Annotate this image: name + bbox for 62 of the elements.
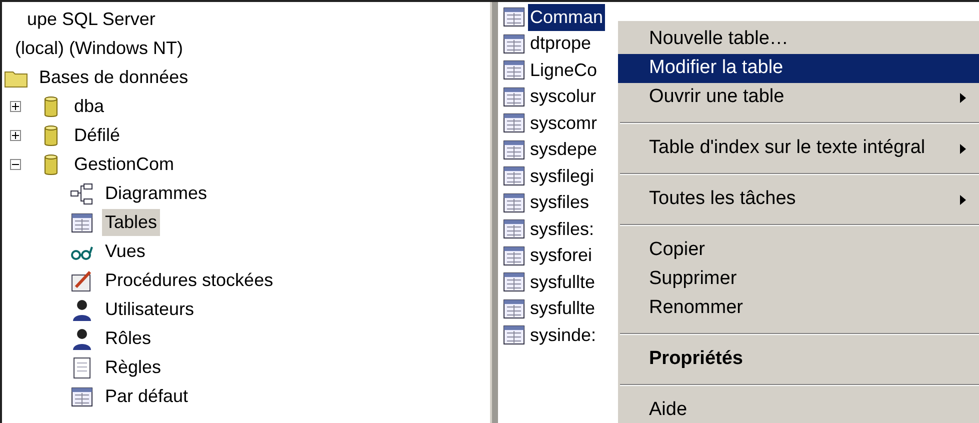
tree-item[interactable]: dba	[71, 93, 108, 120]
table-icon	[502, 296, 526, 321]
table-icon	[502, 270, 526, 294]
table-icon	[70, 210, 94, 234]
table-icon	[502, 190, 526, 215]
tree-item[interactable]: Rôles	[102, 325, 154, 352]
list-item[interactable]: sysfilegi	[528, 162, 596, 190]
procedure-icon	[70, 268, 94, 292]
table-icon	[502, 5, 526, 30]
tree-item[interactable]: Procédures stockées	[102, 267, 276, 294]
list-item[interactable]: Comman	[528, 4, 606, 31]
menu-item[interactable]: Modifier la table	[618, 54, 979, 83]
menu-item[interactable]: Nouvelle table…	[618, 25, 979, 54]
menu-item[interactable]: Supprimer	[618, 265, 979, 294]
tree-item[interactable]: Défilé	[71, 122, 124, 149]
users-icon	[70, 326, 94, 350]
menu-item[interactable]: Renommer	[618, 294, 979, 323]
list-item[interactable]: sysforei	[528, 242, 594, 270]
users-icon	[70, 298, 94, 322]
tree-item[interactable]: Par défaut	[102, 383, 192, 410]
tree-item[interactable]: Bases de données	[36, 64, 192, 91]
tree-item[interactable]: upe SQL Server	[24, 6, 158, 33]
tree-item[interactable]: Tables	[102, 209, 160, 236]
tree-item[interactable]: GestionCom	[71, 151, 178, 178]
tree-item[interactable]: (local) (Windows NT)	[12, 35, 186, 62]
list-item[interactable]: sysinde:	[528, 322, 598, 349]
submenu-arrow-icon	[960, 144, 966, 154]
list-item[interactable]: syscomr	[528, 110, 599, 137]
expand-icon[interactable]	[10, 130, 21, 141]
menu-item[interactable]: Aide	[618, 396, 979, 423]
list-item[interactable]: sysfullte	[528, 295, 598, 322]
table-icon	[502, 32, 526, 56]
table-icon	[502, 164, 526, 188]
menu-item[interactable]: Propriétés	[618, 345, 979, 374]
collapse-icon[interactable]	[10, 159, 21, 170]
tree-item[interactable]: Vues	[102, 238, 148, 265]
list-item[interactable]: LigneCo	[528, 56, 600, 84]
list-item[interactable]: sysdepe	[528, 136, 600, 164]
expand-icon[interactable]	[10, 101, 21, 112]
submenu-arrow-icon	[960, 194, 966, 204]
table-icon	[502, 244, 526, 268]
menu-item[interactable]: Ouvrir une table	[618, 83, 979, 112]
submenu-arrow-icon	[960, 92, 966, 102]
list-item[interactable]: sysfiles	[528, 189, 592, 216]
diagram-icon	[70, 182, 94, 206]
table-icon	[502, 111, 526, 136]
menu-item[interactable]: Toutes les tâches	[618, 185, 979, 214]
menu-item[interactable]: Table d'index sur le texte intégral	[618, 134, 979, 163]
tree-item[interactable]: Règles	[102, 354, 164, 381]
menu-item[interactable]: Copier	[618, 236, 979, 265]
table-icon	[502, 138, 526, 162]
table-icon	[502, 323, 526, 348]
list-item[interactable]: sysfiles:	[528, 216, 596, 243]
tree-item[interactable]: Utilisateurs	[102, 296, 198, 323]
tree-item[interactable]: Diagrammes	[102, 180, 210, 207]
table-icon	[70, 384, 94, 408]
list-item[interactable]: syscolur	[528, 83, 598, 110]
list-item[interactable]: sysfullte	[528, 268, 598, 296]
table-icon	[502, 84, 526, 109]
table-icon	[502, 217, 526, 242]
table-icon	[502, 58, 526, 82]
list-item[interactable]: dtprope	[528, 30, 594, 58]
